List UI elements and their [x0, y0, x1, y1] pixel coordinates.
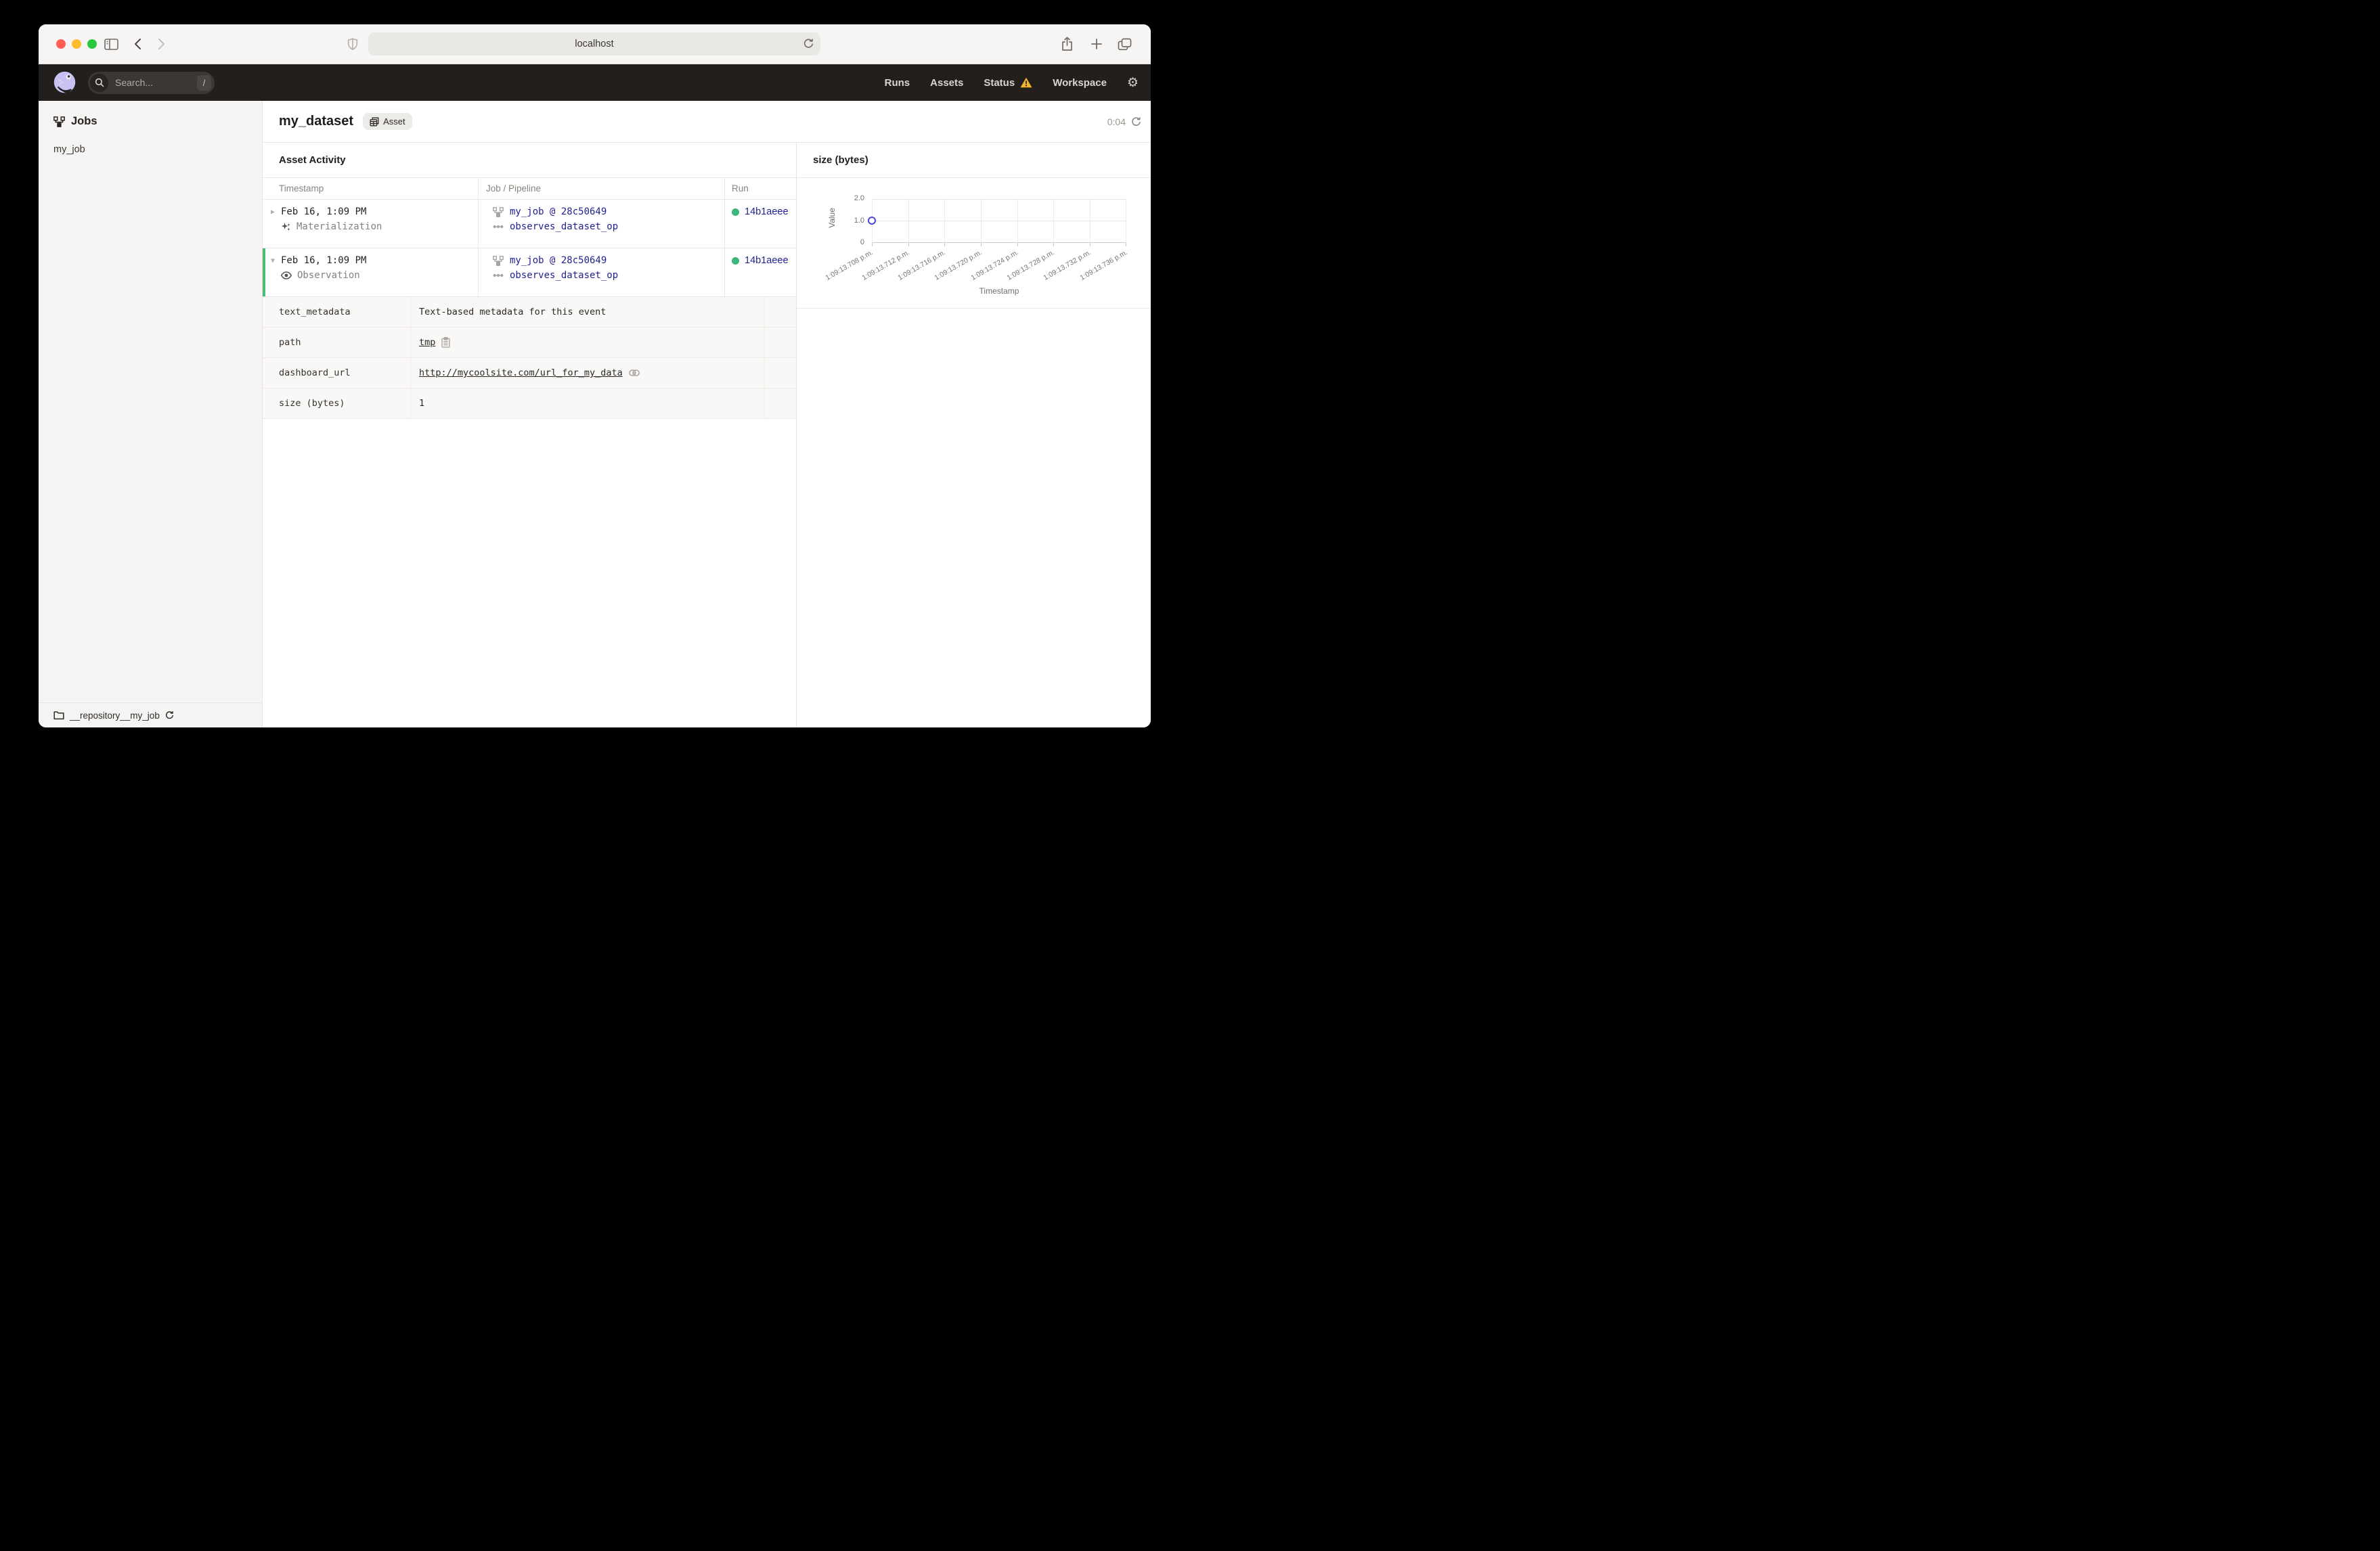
job-run-link[interactable]: my_job @ 28c50649: [510, 255, 607, 266]
dagster-logo[interactable]: [52, 70, 77, 95]
plot-area: [868, 199, 1126, 246]
dashboard-url-link[interactable]: http://mycoolsite.com/url_for_my_data: [419, 367, 623, 378]
desktop-background: localhost Search... / Runs Assets Status…: [0, 0, 1190, 776]
asset-badge-label: Asset: [383, 116, 405, 127]
event-type-label: Observation: [297, 270, 360, 281]
metadata-value: Text-based metadata for this event: [419, 307, 607, 317]
y-tick: 0: [860, 238, 864, 246]
browser-toolbar: localhost: [39, 24, 1151, 64]
search-shortcut-badge: /: [197, 74, 211, 91]
op-link[interactable]: observes_dataset_op: [510, 221, 618, 232]
sidebar-toggle-icon[interactable]: [104, 24, 118, 64]
y-tick: 1.0: [854, 217, 864, 225]
metadata-row-path: path tmp: [263, 328, 796, 358]
poll-timer-value: 0:04: [1107, 116, 1126, 127]
asset-activity-panel: Asset Activity Timestamp Job / Pipeline …: [263, 143, 797, 727]
jobs-section-header: Jobs: [39, 101, 262, 128]
app-header: Search... / Runs Assets Status Workspace…: [39, 64, 1151, 101]
copy-clipboard-icon[interactable]: [441, 337, 451, 348]
settings-gear-icon[interactable]: ⚙: [1127, 76, 1139, 89]
page-title: my_dataset: [279, 114, 354, 129]
run-id-link[interactable]: 14b1aeee: [745, 206, 789, 217]
op-icon: [493, 224, 504, 229]
warning-icon: [1020, 77, 1032, 88]
nav-runs[interactable]: Runs: [885, 77, 910, 89]
close-window-button[interactable]: [56, 39, 66, 49]
expand-caret-icon[interactable]: ▶: [271, 208, 276, 216]
nav-status[interactable]: Status: [984, 77, 1032, 89]
table-row-observation: ▼ Feb 16, 1:09 PM Observation my_job @ 2…: [263, 248, 796, 297]
poll-timer: 0:04: [1107, 116, 1141, 127]
event-timestamp: Feb 16, 1:09 PM: [281, 255, 367, 266]
repository-reload-icon[interactable]: [165, 711, 174, 720]
observation-eye-icon: [281, 271, 292, 279]
asset-table-icon: [370, 117, 379, 127]
new-tab-icon[interactable]: [1090, 24, 1103, 64]
reload-icon[interactable]: [803, 38, 814, 49]
back-icon[interactable]: [134, 24, 141, 64]
op-link[interactable]: observes_dataset_op: [510, 270, 618, 281]
run-id-link[interactable]: 14b1aeee: [745, 255, 789, 266]
privacy-shield-icon[interactable]: [347, 24, 358, 64]
col-job-pipeline: Job / Pipeline: [478, 178, 724, 199]
job-run-link[interactable]: my_job @ 28c50649: [510, 206, 607, 217]
col-timestamp: Timestamp: [279, 183, 324, 194]
metadata-key: size (bytes): [279, 398, 345, 409]
x-axis-label: Timestamp: [979, 286, 1019, 296]
path-link[interactable]: tmp: [419, 337, 435, 348]
jobs-sidebar: Jobs my_job __repository__my_job: [39, 101, 263, 727]
job-graph-icon: [493, 206, 504, 217]
col-run: Run: [724, 178, 796, 199]
folder-icon: [53, 711, 64, 720]
size-bytes-chart-panel: size (bytes) Value 2.0 1.0 0 1:09:13.708…: [797, 143, 1151, 727]
materialization-icon: [281, 222, 291, 232]
op-icon: [493, 273, 504, 278]
metadata-row-size-bytes: size (bytes) 1: [263, 388, 796, 419]
url-text: localhost: [575, 39, 614, 49]
repository-footer: __repository__my_job: [39, 702, 262, 727]
share-icon[interactable]: [1061, 24, 1074, 64]
search-input[interactable]: Search... /: [88, 71, 215, 94]
run-status-dot: [732, 208, 739, 216]
poll-refresh-icon[interactable]: [1131, 116, 1141, 127]
sidebar-item-my-job[interactable]: my_job: [39, 128, 262, 155]
job-graph-icon: [493, 255, 504, 266]
size-bytes-chart: Value 2.0 1.0 0 1:09:13.708 p.m. 1:09:13…: [797, 178, 1151, 309]
metadata-key: path: [279, 337, 301, 348]
event-timestamp: Feb 16, 1:09 PM: [281, 206, 367, 217]
search-placeholder: Search...: [115, 77, 154, 88]
run-status-dot: [732, 256, 739, 265]
collapse-caret-icon[interactable]: ▼: [271, 257, 276, 265]
header-nav: Runs Assets Status Workspace ⚙: [885, 76, 1139, 89]
chart-title: size (bytes): [797, 143, 1151, 178]
external-link-icon[interactable]: [628, 369, 640, 376]
event-type-label: Materialization: [296, 221, 382, 232]
metadata-row-dashboard-url: dashboard_url http://mycoolsite.com/url_…: [263, 358, 796, 388]
address-bar[interactable]: localhost: [368, 32, 820, 55]
asset-title-band: my_dataset Asset 0:04: [263, 101, 1151, 143]
job-graph-icon: [53, 116, 65, 127]
table-row-materialization: ▶ Feb 16, 1:09 PM Materialization my_job…: [263, 200, 796, 248]
tab-overview-icon[interactable]: [1118, 24, 1132, 64]
repository-name: __repository__my_job: [70, 710, 160, 721]
metadata-value: 1: [419, 398, 425, 409]
jobs-section-title: Jobs: [71, 115, 97, 127]
metadata-row-text-metadata: text_metadata Text-based metadata for th…: [263, 297, 796, 328]
nav-workspace[interactable]: Workspace: [1053, 77, 1107, 89]
activity-table-header: Timestamp Job / Pipeline Run: [263, 178, 796, 200]
data-point: [868, 217, 876, 225]
search-icon: [90, 73, 108, 92]
metadata-key: dashboard_url: [279, 367, 351, 378]
asset-badge: Asset: [363, 113, 412, 130]
y-tick: 2.0: [854, 194, 864, 202]
asset-activity-title: Asset Activity: [263, 143, 796, 178]
browser-window: localhost Search... / Runs Assets Status…: [39, 24, 1151, 727]
minimize-window-button[interactable]: [72, 39, 81, 49]
forward-icon[interactable]: [158, 24, 165, 64]
metadata-key: text_metadata: [279, 307, 351, 317]
zoom-window-button[interactable]: [87, 39, 97, 49]
nav-assets[interactable]: Assets: [930, 77, 963, 89]
